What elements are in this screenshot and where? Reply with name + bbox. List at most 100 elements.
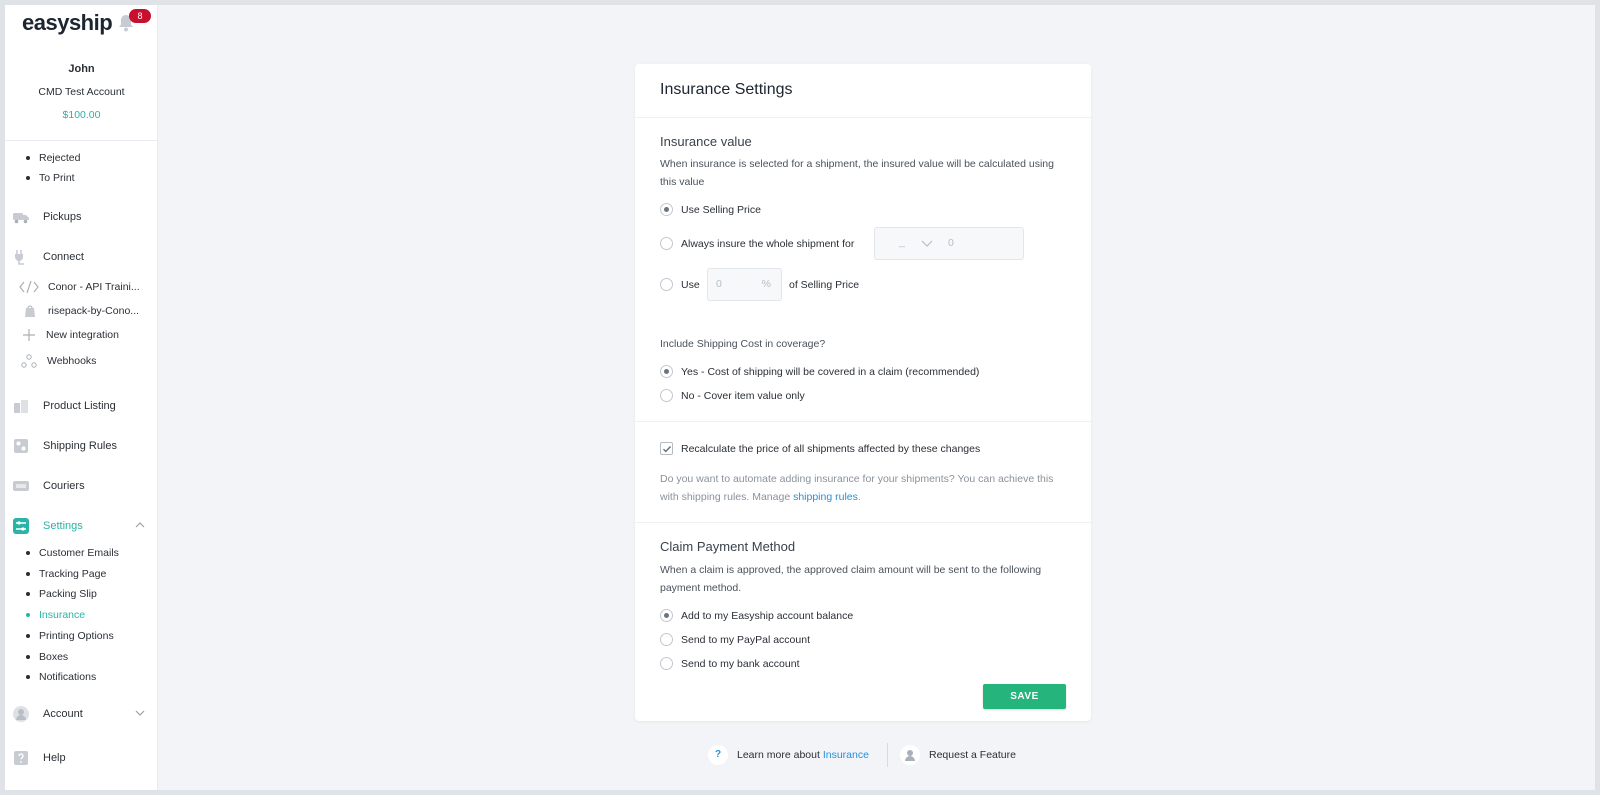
insurance-help-link[interactable]: Insurance — [823, 749, 869, 761]
integration-item-webhooks[interactable]: Webhooks — [19, 351, 149, 371]
whole-shipment-amount-field[interactable]: _ 0 — [874, 227, 1024, 260]
sidebar-subitem-tracking-page[interactable]: Tracking Page — [25, 566, 106, 582]
sidebar-item-connect[interactable]: Connect — [11, 246, 152, 268]
sidebar-item-help[interactable]: Help — [11, 747, 152, 769]
sidebar-item-account[interactable]: Account — [11, 703, 152, 725]
radio-label: Yes - Cost of shipping will be covered i… — [681, 366, 980, 378]
integration-label: Conor - API Traini... — [48, 281, 140, 293]
integration-label: Webhooks — [47, 355, 97, 367]
sidebar-subitem-packing-slip[interactable]: Packing Slip — [26, 586, 97, 602]
page-title: Insurance Settings — [660, 81, 793, 98]
sidebar-item-label: Product Listing — [43, 400, 116, 412]
of-selling-price-label: of Selling Price — [789, 279, 860, 291]
sidebar-item-label: Shipping Rules — [43, 440, 117, 452]
amount-input-placeholder[interactable]: 0 — [948, 237, 954, 249]
radio-label: Add to my Easyship account balance — [681, 610, 854, 622]
divider — [635, 117, 1091, 118]
claim-payment-description: When a claim is approved, the approved c… — [660, 564, 1042, 594]
insurance-settings-card: Insurance Settings Insurance value When … — [635, 64, 1091, 721]
sidebar-subitem-printing-options[interactable]: Printing Options — [26, 628, 114, 644]
settings-icon — [13, 518, 29, 534]
code-icon — [19, 280, 39, 294]
save-button[interactable]: SAVE — [983, 684, 1066, 709]
checkmark-icon — [663, 446, 671, 453]
shipping-rules-icon — [14, 439, 28, 453]
brand-logo[interactable]: easyship — [22, 10, 113, 36]
sidebar: easyship 8 John CMD Test Account $100.00… — [5, 5, 158, 790]
user-account: CMD Test Account — [38, 86, 125, 98]
plus-icon — [23, 329, 35, 341]
sidebar-item-settings[interactable]: Settings — [11, 515, 152, 537]
user-balance[interactable]: $100.00 — [5, 109, 158, 121]
radio-button[interactable] — [660, 657, 673, 670]
radio-label: Always insure the whole shipment for — [681, 238, 855, 250]
plug-icon — [15, 250, 24, 265]
feature-request-icon[interactable] — [900, 745, 920, 765]
sidebar-item-label: Couriers — [43, 480, 85, 492]
sidebar-item-couriers[interactable]: Couriers — [11, 475, 152, 497]
user-name: John — [68, 63, 95, 75]
sidebar-item-product-listing[interactable]: Product Listing — [11, 395, 152, 417]
shipping-cost-question: Include Shipping Cost in coverage? — [660, 338, 826, 350]
sidebar-item-shipping-rules[interactable]: Shipping Rules — [11, 435, 152, 457]
sidebar-subitem-to-print[interactable]: To Print — [26, 170, 75, 186]
integration-label: New integration — [46, 329, 119, 341]
insurance-value-title: Insurance value — [660, 134, 752, 149]
radio-label: Send to my bank account — [681, 658, 800, 670]
recalculate-checkbox[interactable] — [660, 442, 673, 455]
radio-button[interactable] — [660, 237, 673, 250]
radio-button[interactable] — [660, 278, 673, 291]
truck-icon — [13, 213, 29, 224]
shipping-rules-link[interactable]: shipping rules — [793, 491, 858, 503]
learn-more-text: Learn more about Insurance — [737, 749, 869, 761]
learn-more-prefix: Learn more about — [737, 749, 823, 761]
request-feature-link[interactable]: Request a Feature — [929, 749, 1016, 761]
avatar-icon — [13, 706, 29, 722]
integration-item-conor-api[interactable]: Conor - API Traini... — [19, 277, 149, 297]
radio-button[interactable] — [660, 633, 673, 646]
radio-button[interactable] — [660, 203, 673, 216]
person-icon — [905, 750, 915, 761]
radio-label: No - Cover item value only — [681, 390, 805, 402]
sidebar-item-label: Settings — [43, 520, 83, 532]
notification-badge: 8 — [129, 9, 151, 23]
automate-note-suffix: . — [857, 490, 861, 503]
sidebar-item-pickups[interactable]: Pickups — [11, 206, 152, 228]
currency-select-value[interactable]: _ — [899, 236, 905, 248]
sidebar-subitem-customer-emails[interactable]: Customer Emails — [26, 545, 119, 561]
percentage-input[interactable]: 0 % — [707, 268, 782, 301]
sidebar-subitem-notifications[interactable]: Notifications — [25, 669, 96, 685]
integration-label: risepack-by-Cono... — [48, 305, 140, 317]
automate-note: Do you want to automate adding insurance… — [660, 471, 1070, 506]
radio-button[interactable] — [660, 609, 673, 622]
radio-label: Use — [681, 279, 700, 291]
percent-unit: % — [761, 278, 771, 290]
radio-button[interactable] — [660, 365, 673, 378]
footer-divider — [887, 743, 888, 767]
radio-label: Use Selling Price — [681, 204, 761, 216]
sidebar-subitem-boxes[interactable]: Boxes — [25, 649, 68, 665]
courier-icon — [13, 481, 29, 491]
chevron-up-icon[interactable] — [134, 519, 146, 531]
app-frame: easyship 8 John CMD Test Account $100.00… — [5, 5, 1595, 790]
sidebar-item-label: Pickups — [43, 211, 82, 223]
integration-item-risepack[interactable]: risepack-by-Cono... — [19, 301, 149, 321]
divider — [635, 522, 1091, 523]
sidebar-subitem-insurance[interactable]: Insurance — [25, 607, 85, 623]
question-icon[interactable]: ? — [708, 745, 728, 765]
chevron-down-icon[interactable] — [921, 239, 933, 249]
chevron-down-icon[interactable] — [134, 707, 146, 719]
webhooks-icon — [21, 354, 37, 368]
sidebar-item-label: Help — [43, 752, 66, 764]
sidebar-item-label: Account — [43, 708, 83, 720]
shopping-bag-icon — [25, 305, 35, 317]
radio-button[interactable] — [660, 389, 673, 402]
claim-payment-title: Claim Payment Method — [660, 539, 796, 554]
product-listing-icon — [14, 400, 28, 413]
recalculate-label[interactable]: Recalculate the price of all shipments a… — [681, 441, 980, 457]
percentage-placeholder: 0 — [716, 278, 722, 290]
sidebar-subitem-rejected[interactable]: Rejected — [25, 150, 80, 166]
divider — [635, 421, 1091, 422]
help-icon — [14, 751, 28, 765]
integration-item-new[interactable]: New integration — [19, 325, 149, 345]
